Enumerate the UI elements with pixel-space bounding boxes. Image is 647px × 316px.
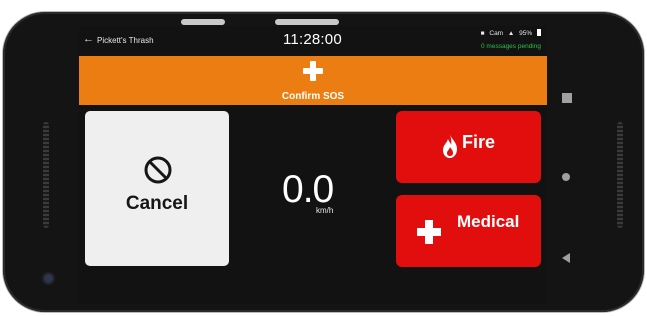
plus-icon <box>417 220 441 244</box>
status-bar: ← Pickett's Thrash 11:28:00 ■ Cam ▲ 95% … <box>79 26 547 56</box>
signal-icon: ▲ <box>507 30 515 37</box>
car-icon: ■ <box>480 30 485 37</box>
confirm-sos-button[interactable]: Confirm SOS <box>79 56 547 105</box>
speed-unit: km/h <box>316 206 334 215</box>
back-nav-icon[interactable] <box>562 253 570 263</box>
plus-icon <box>303 61 323 81</box>
prohibited-icon <box>144 156 172 184</box>
flame-icon <box>443 134 457 158</box>
confirm-sos-label: Confirm SOS <box>281 91 345 102</box>
volume-button <box>181 19 225 25</box>
battery-level: 95% <box>519 30 533 37</box>
medical-button[interactable]: Medical <box>396 195 541 267</box>
car-label: Cam <box>489 30 504 37</box>
front-camera <box>44 274 53 283</box>
fire-label: Fire <box>462 132 496 152</box>
pending-messages: 0 messages pending <box>481 43 541 50</box>
cancel-button[interactable]: Cancel <box>85 111 229 266</box>
recents-nav-icon[interactable] <box>562 93 572 103</box>
arrow-left-icon[interactable]: ← <box>83 33 94 45</box>
power-button <box>275 19 339 25</box>
cancel-label: Cancel <box>125 193 189 214</box>
route-name: Pickett's Thrash <box>97 36 154 45</box>
app-screen: ← Pickett's Thrash 11:28:00 ■ Cam ▲ 95% … <box>79 26 547 304</box>
status-indicators: ■ Cam ▲ 95% 0 messages pending <box>478 29 541 50</box>
home-nav-icon[interactable] <box>562 173 570 181</box>
speaker-grille-left <box>43 122 49 228</box>
medical-label: Medical <box>457 212 520 231</box>
battery-icon <box>537 29 541 36</box>
speaker-grille-right <box>617 122 623 228</box>
fire-button[interactable]: Fire <box>396 111 541 183</box>
clock: 11:28:00 <box>283 31 342 48</box>
